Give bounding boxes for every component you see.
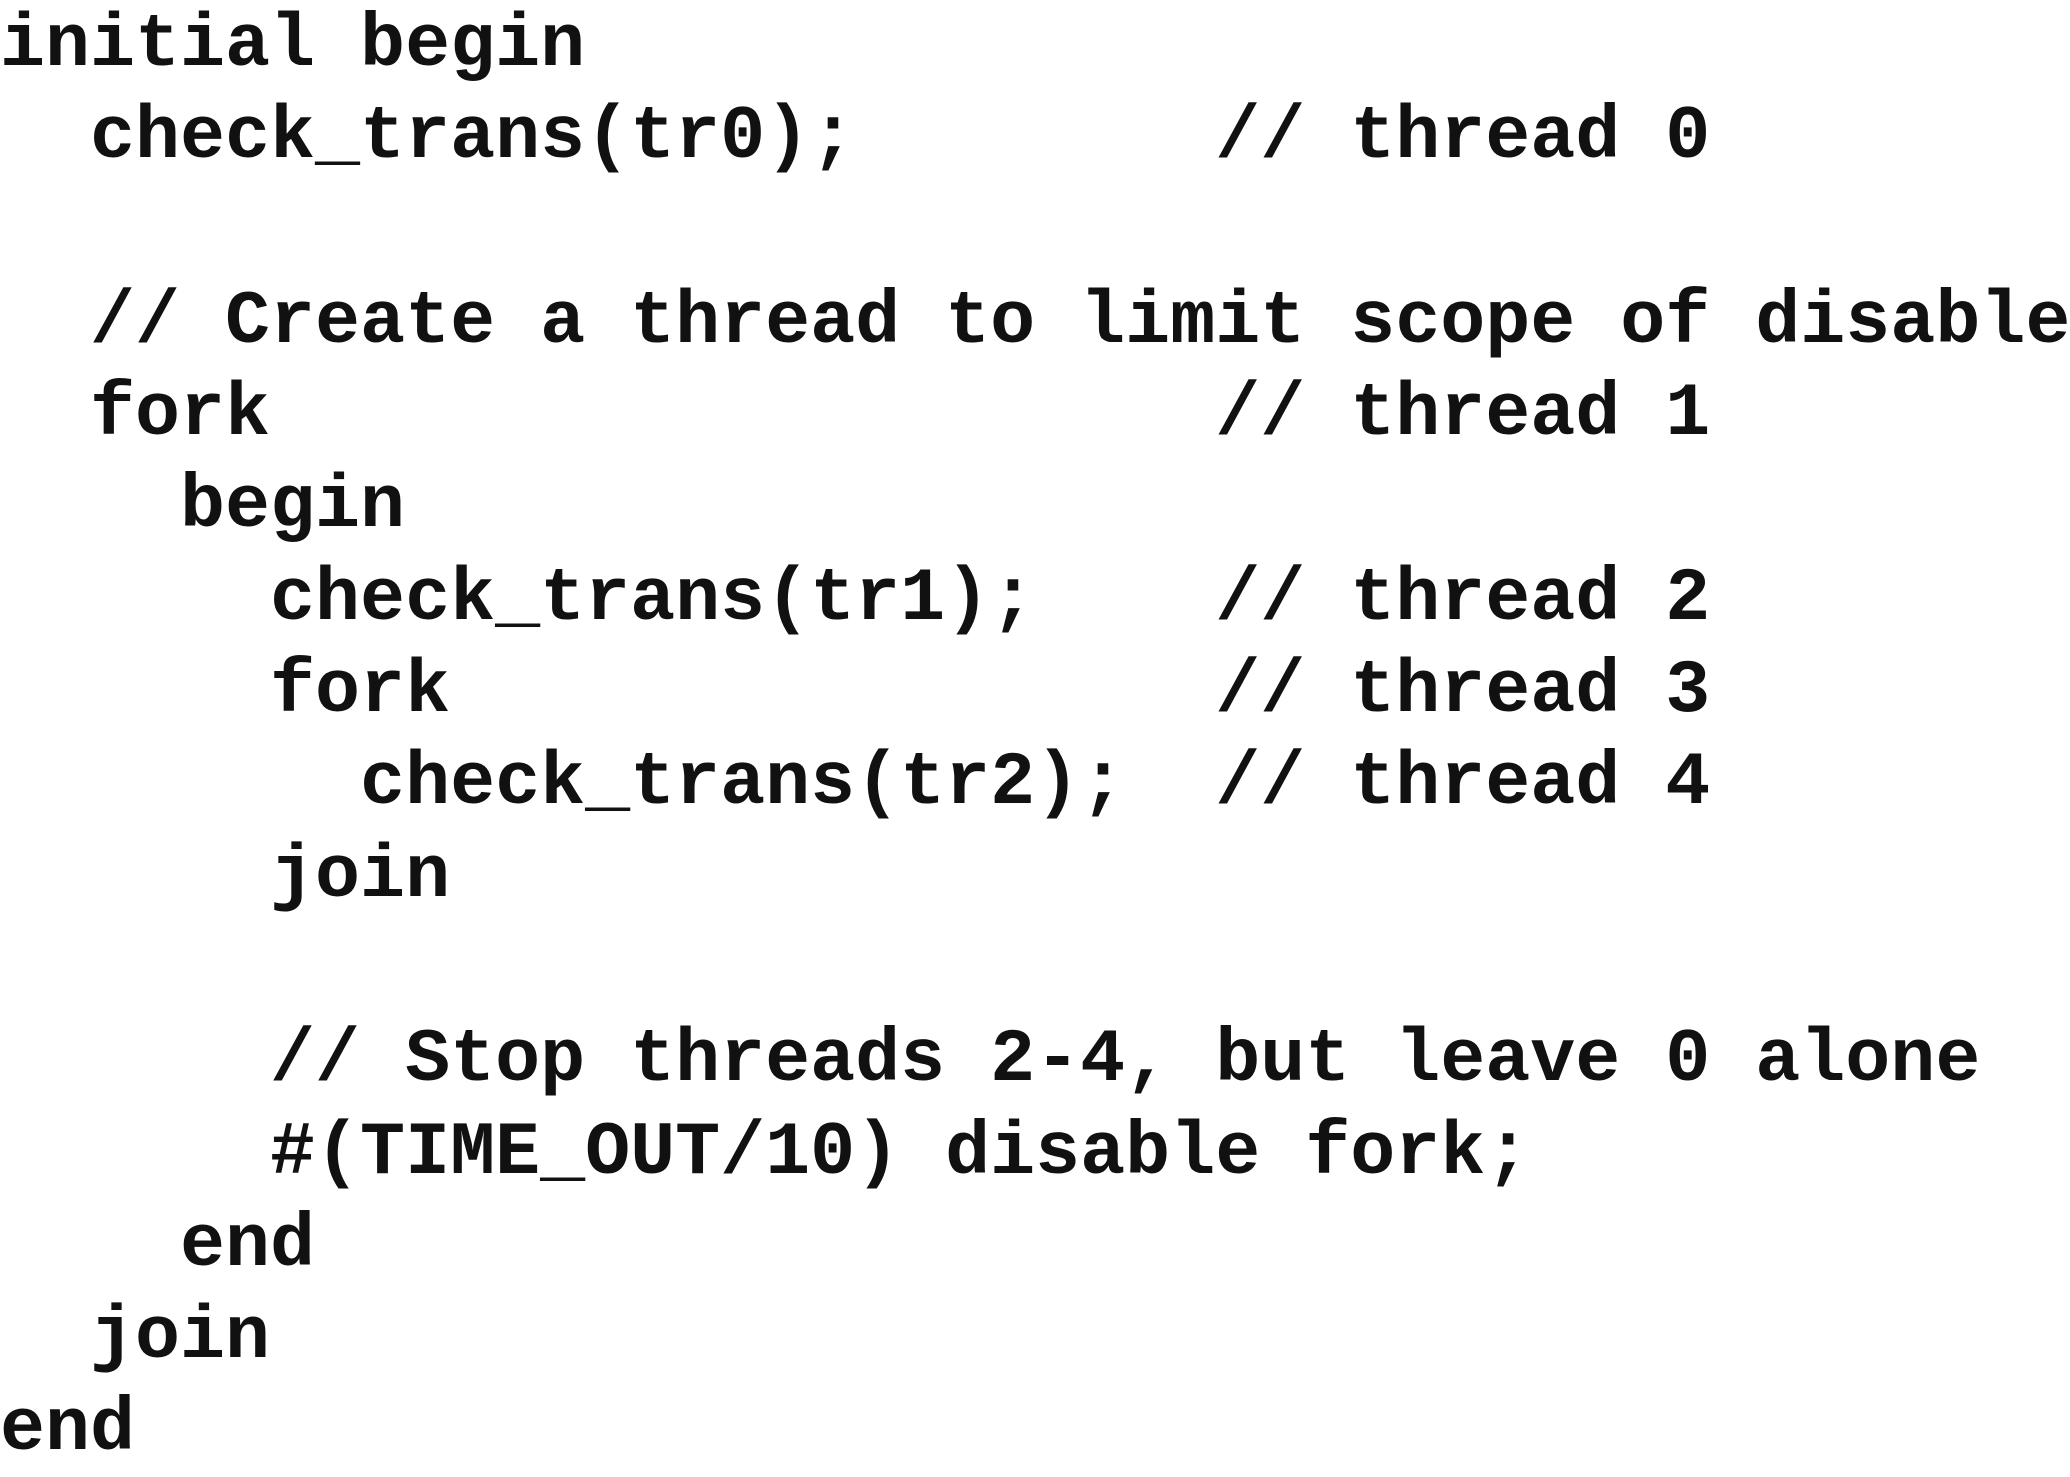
code-line: join bbox=[0, 833, 451, 919]
code-line: check_trans(tr2); // thread 4 bbox=[0, 741, 1711, 827]
code-listing: initial begin check_trans(tr0); // threa… bbox=[0, 0, 2070, 1477]
code-line: end bbox=[0, 1202, 316, 1288]
code-line: join bbox=[0, 1295, 271, 1381]
code-line: fork // thread 3 bbox=[0, 649, 1711, 735]
code-line: begin bbox=[0, 464, 406, 550]
code-line: fork // thread 1 bbox=[0, 372, 1711, 458]
code-line: check_trans(tr1); // thread 2 bbox=[0, 556, 1711, 642]
code-line: // Create a thread to limit scope of dis… bbox=[0, 279, 2070, 365]
code-line: end bbox=[0, 1387, 136, 1473]
code-line: #(TIME_OUT/10) disable fork; bbox=[0, 1110, 1531, 1196]
code-line: // Stop threads 2-4, but leave 0 alone bbox=[0, 1018, 1981, 1104]
code-line: check_trans(tr0); // thread 0 bbox=[0, 95, 1711, 181]
code-line: initial begin bbox=[0, 3, 586, 88]
